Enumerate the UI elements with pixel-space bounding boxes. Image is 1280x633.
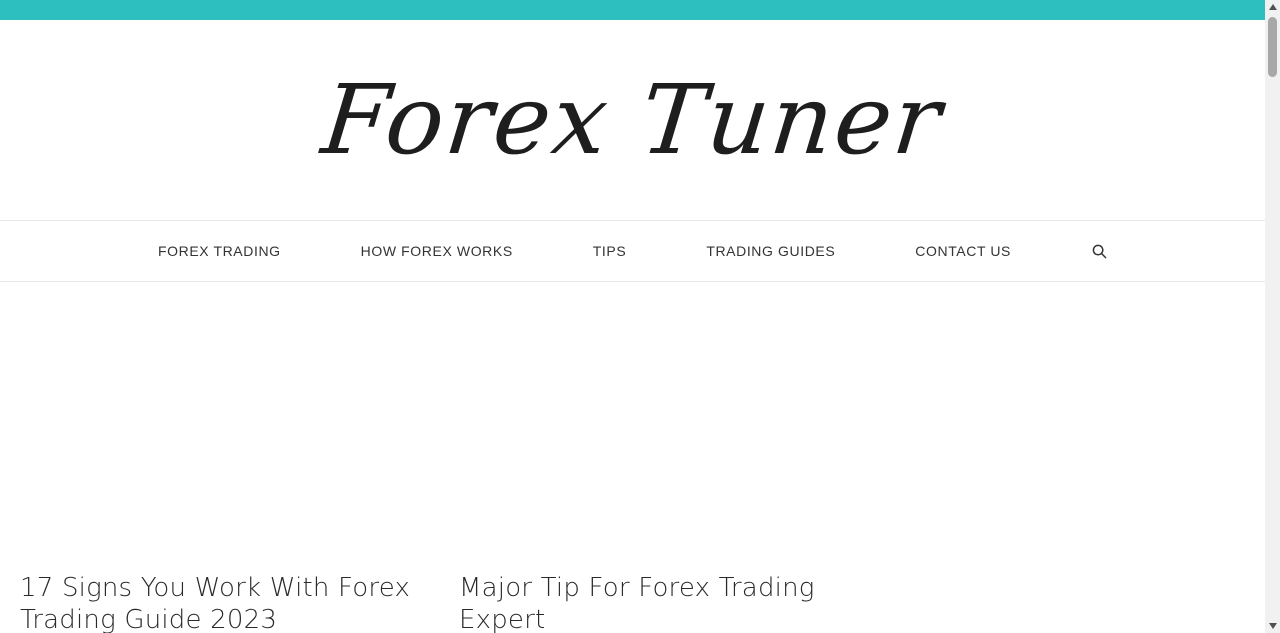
posts-grid: 17 Signs You Work With Forex Trading Gui…	[0, 282, 1265, 633]
main-navigation: FOREX TRADING HOW FOREX WORKS TIPS TRADI…	[0, 220, 1265, 282]
site-title-logo[interactable]: Forex Tuner	[317, 64, 948, 176]
site-header: Forex Tuner	[0, 20, 1265, 220]
nav-item-tips[interactable]: TIPS	[593, 243, 627, 259]
post-card: 17 Signs You Work With Forex Trading Gui…	[20, 282, 440, 633]
search-button[interactable]	[1091, 243, 1107, 259]
page: Forex Tuner FOREX TRADING HOW FOREX WORK…	[0, 0, 1265, 633]
scrollbar-thumb[interactable]	[1268, 17, 1277, 77]
post-thumbnail[interactable]	[459, 282, 879, 572]
post-title[interactable]: Major Tip For Forex Trading Expert	[459, 572, 879, 633]
scroll-down-arrow-icon[interactable]	[1265, 619, 1280, 633]
top-accent-bar	[0, 0, 1265, 20]
nav-item-trading-guides[interactable]: TRADING GUIDES	[706, 243, 835, 259]
vertical-scrollbar[interactable]	[1265, 0, 1280, 633]
post-card: Major Tip For Forex Trading Expert	[459, 282, 879, 633]
scroll-up-arrow-icon[interactable]	[1265, 0, 1280, 14]
nav-list: FOREX TRADING HOW FOREX WORKS TIPS TRADI…	[158, 243, 1107, 259]
nav-item-forex-trading[interactable]: FOREX TRADING	[158, 243, 281, 259]
post-thumbnail[interactable]	[20, 282, 440, 572]
search-icon	[1092, 244, 1106, 258]
post-title[interactable]: 17 Signs You Work With Forex Trading Gui…	[20, 572, 440, 633]
nav-item-how-forex-works[interactable]: HOW FOREX WORKS	[361, 243, 513, 259]
nav-item-contact-us[interactable]: CONTACT US	[915, 243, 1011, 259]
